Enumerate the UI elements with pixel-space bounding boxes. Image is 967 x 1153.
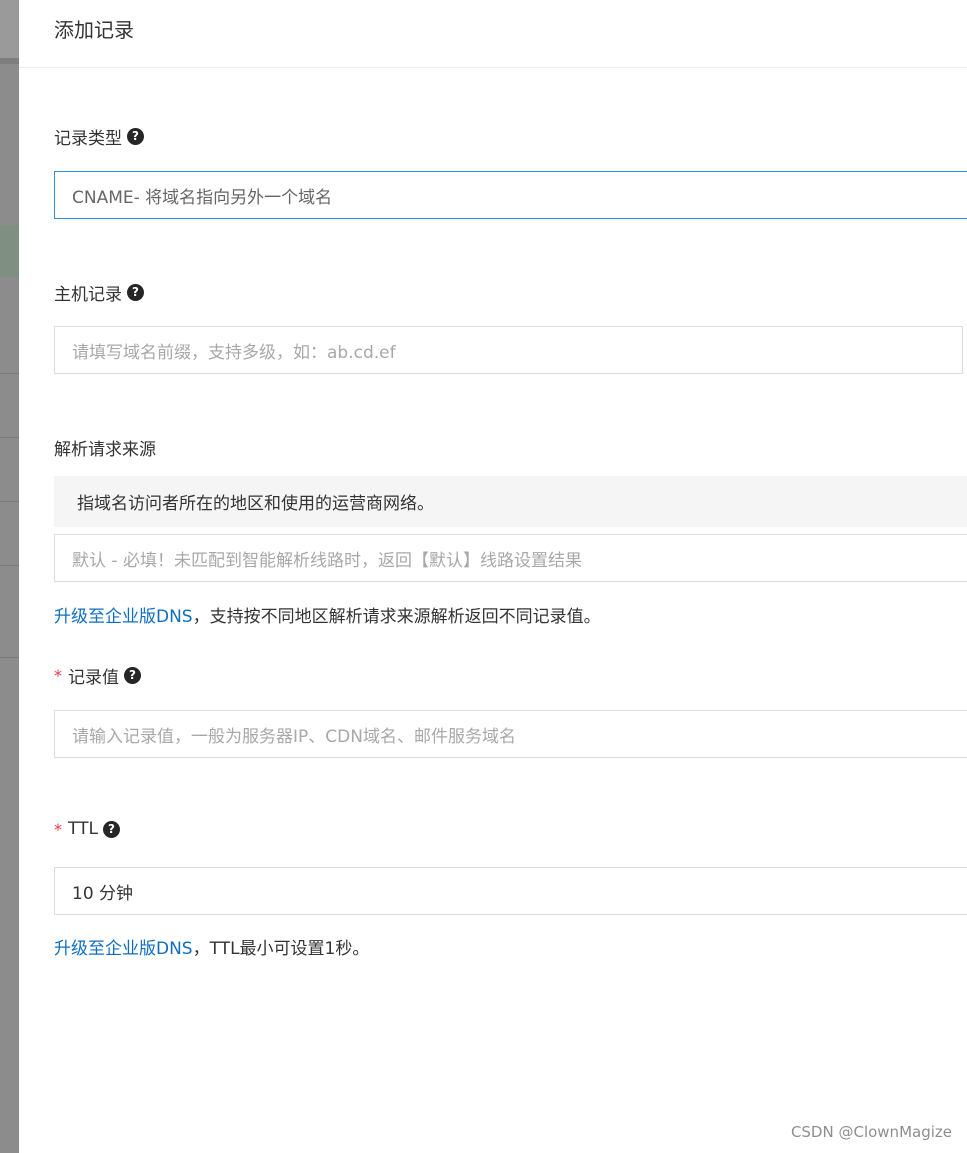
backdrop-block (0, 58, 19, 64)
backdrop-block (0, 225, 19, 277)
required-mark: * (54, 666, 62, 685)
host-record-input[interactable]: 请填写域名前缀，支持多级，如：ab.cd.ef (54, 326, 963, 374)
backdrop-divider (0, 501, 19, 502)
ttl-select[interactable]: 10 分钟 (54, 867, 967, 915)
host-record-label: 主机记录 ? (54, 280, 144, 305)
ttl-label: * TTL ? (54, 819, 120, 839)
record-value-placeholder: 请输入记录值，一般为服务器IP、CDN域名、邮件服务域名 (72, 726, 516, 747)
backdrop-divider (0, 437, 19, 438)
required-mark: * (54, 819, 62, 839)
host-record-help-icon[interactable]: ? (127, 284, 144, 301)
record-type-label: 记录类型 ? (54, 124, 144, 149)
dialog-title: 添加记录 (54, 18, 134, 42)
resolution-source-upgrade-hint: 升级至企业版DNS，支持按不同地区解析请求来源解析返回不同记录值。 (54, 602, 601, 627)
record-type-select[interactable]: CNAME- 将域名指向另外一个域名 (54, 171, 967, 219)
ttl-value: 10 分钟 (72, 883, 134, 904)
ttl-upgrade-hint: 升级至企业版DNS，TTL最小可设置1秒。 (54, 934, 369, 959)
record-type-label-text: 记录类型 (54, 129, 122, 149)
resolution-source-label-text: 解析请求来源 (54, 440, 156, 460)
upgrade-enterprise-dns-link[interactable]: 升级至企业版DNS (54, 939, 193, 959)
record-value-label-text: 记录值 (68, 668, 119, 688)
upgrade-enterprise-dns-link[interactable]: 升级至企业版DNS (54, 607, 193, 627)
record-value-input[interactable]: 请输入记录值，一般为服务器IP、CDN域名、邮件服务域名 (54, 710, 967, 758)
backdrop-divider (0, 565, 19, 566)
add-record-dialog: 添加记录 记录类型 ? CNAME- 将域名指向另外一个域名 主机记录 ? 请填… (19, 0, 967, 1153)
resolution-source-value: 默认 - 必填！未匹配到智能解析线路时，返回【默认】线路设置结果 (72, 550, 582, 571)
backdrop-divider (0, 657, 19, 658)
record-value-help-icon[interactable]: ? (124, 667, 141, 684)
record-type-help-icon[interactable]: ? (127, 128, 144, 145)
resolution-source-select[interactable]: 默认 - 必填！未匹配到智能解析线路时，返回【默认】线路设置结果 (54, 534, 967, 582)
backdrop-divider (0, 373, 19, 374)
record-value-label: * 记录值 ? (54, 663, 141, 688)
host-record-label-text: 主机记录 (54, 285, 122, 305)
watermark: CSDN @ClownMagize (790, 1123, 952, 1141)
page-backdrop (0, 0, 19, 1153)
resolution-source-tip-text: 指域名访问者所在的地区和使用的运营商网络。 (77, 494, 434, 514)
backdrop-block (0, 0, 19, 58)
dialog-header: 添加记录 (19, 0, 967, 68)
resolution-source-upgrade-text: ，支持按不同地区解析请求来源解析返回不同记录值。 (192, 607, 601, 627)
ttl-upgrade-text: ，TTL最小可设置1秒。 (192, 939, 370, 959)
host-record-placeholder: 请填写域名前缀，支持多级，如：ab.cd.ef (72, 342, 396, 363)
resolution-source-label: 解析请求来源 (54, 435, 156, 460)
ttl-label-text: TTL (68, 819, 98, 839)
resolution-source-tip: 指域名访问者所在的地区和使用的运营商网络。 (54, 476, 967, 527)
ttl-help-icon[interactable]: ? (102, 820, 120, 838)
record-type-value: CNAME- 将域名指向另外一个域名 (72, 187, 333, 208)
